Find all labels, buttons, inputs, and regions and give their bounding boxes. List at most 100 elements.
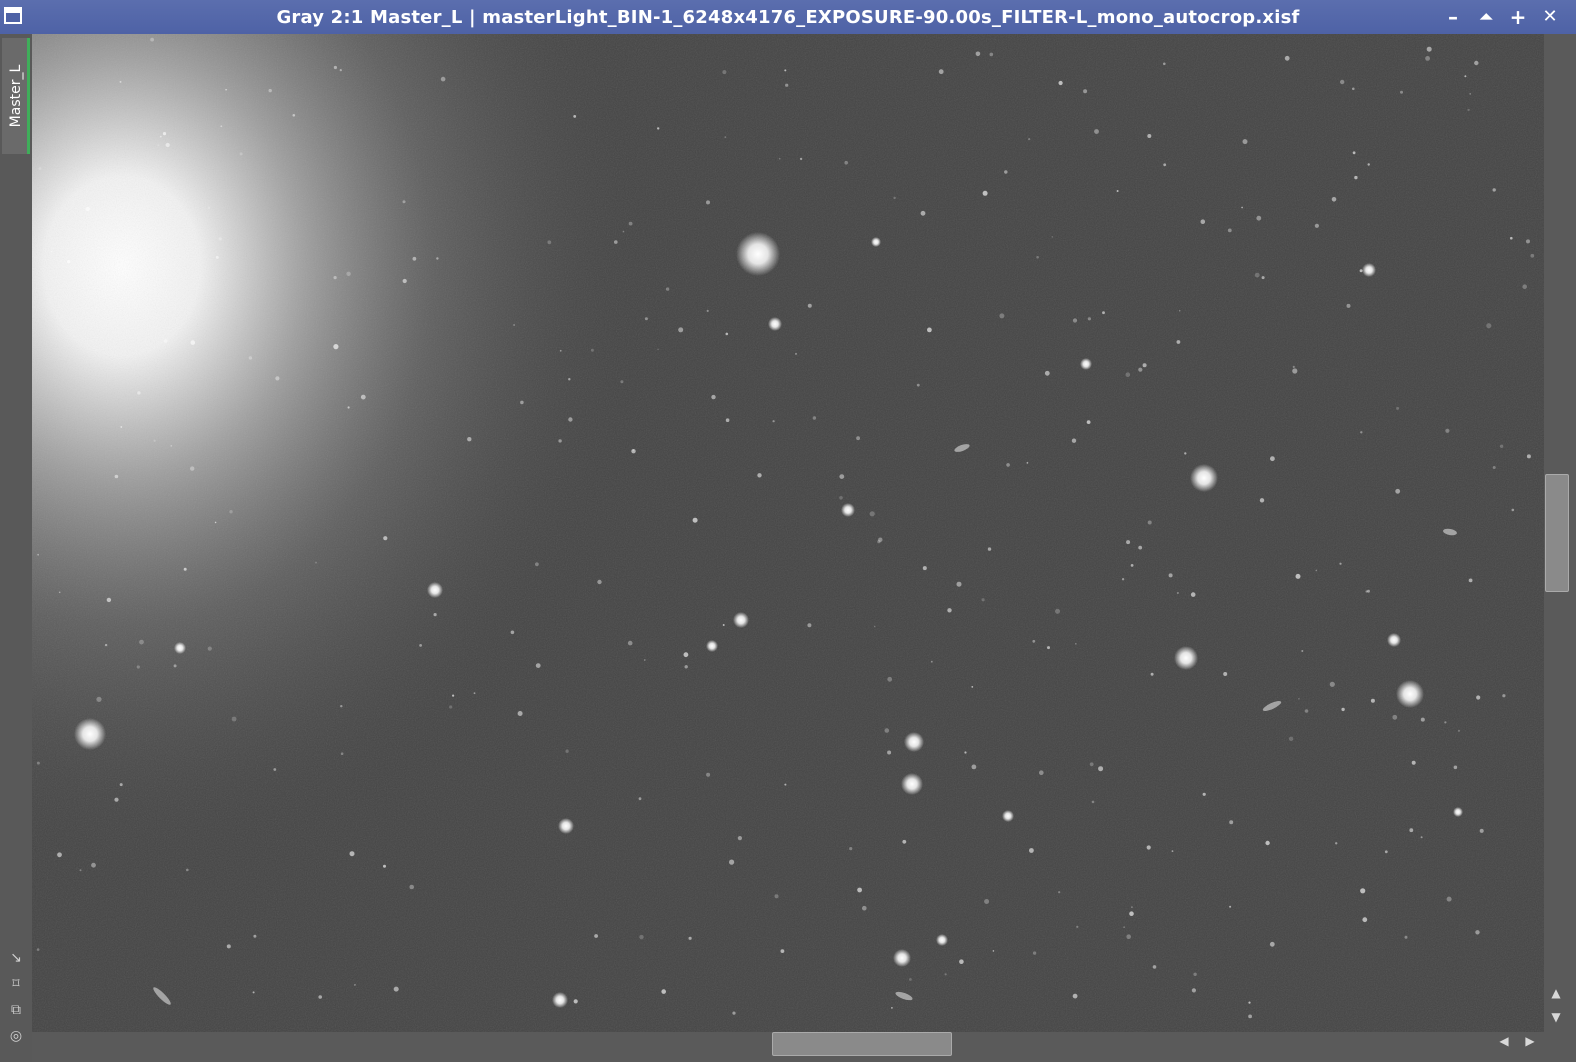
faint-star bbox=[737, 836, 743, 841]
faint-star bbox=[959, 959, 964, 964]
scroll-up-icon[interactable]: ▲ bbox=[1548, 986, 1564, 1002]
horizontal-scrollbar[interactable]: ◀ ▶ bbox=[32, 1032, 1576, 1062]
faint-star bbox=[106, 597, 112, 603]
title-bar[interactable]: Gray 2:1 Master_L | masterLight_BIN-1_62… bbox=[0, 0, 1576, 34]
shade-button[interactable]: ⏶ bbox=[1473, 4, 1499, 30]
horizontal-scroll-thumb[interactable] bbox=[772, 1032, 952, 1056]
faint-star bbox=[79, 869, 82, 872]
faint-star bbox=[594, 934, 598, 938]
faint-star bbox=[1026, 462, 1029, 464]
faint-star bbox=[891, 1007, 893, 1009]
faint-star bbox=[785, 83, 789, 87]
star bbox=[1002, 810, 1014, 822]
faint-star bbox=[849, 847, 853, 851]
faint-star bbox=[346, 271, 351, 276]
faint-star bbox=[273, 768, 277, 771]
faint-star bbox=[565, 749, 569, 753]
fit-view-icon[interactable]: ⌑ bbox=[6, 974, 26, 994]
faint-star bbox=[722, 70, 727, 75]
faint-star bbox=[104, 643, 108, 647]
faint-star bbox=[1044, 370, 1050, 376]
view-tab-master-l[interactable]: Master_L bbox=[2, 38, 30, 154]
scroll-left-icon[interactable]: ◀ bbox=[1496, 1034, 1512, 1050]
faint-star bbox=[383, 536, 388, 541]
faint-star bbox=[1125, 372, 1131, 378]
faint-star bbox=[1292, 365, 1295, 368]
faint-star bbox=[1184, 452, 1187, 455]
faint-star bbox=[590, 348, 594, 352]
faint-star bbox=[1329, 681, 1335, 687]
faint-star bbox=[248, 356, 253, 360]
star bbox=[893, 949, 911, 967]
faint-star bbox=[120, 426, 123, 428]
faint-star bbox=[137, 391, 141, 395]
faint-star bbox=[638, 797, 642, 801]
scroll-down-icon[interactable]: ▼ bbox=[1548, 1010, 1564, 1026]
faint-star bbox=[1072, 993, 1078, 999]
faint-star bbox=[1032, 639, 1036, 643]
faint-star bbox=[938, 69, 944, 75]
faint-star bbox=[620, 380, 624, 384]
faint-star bbox=[893, 196, 896, 200]
faint-star bbox=[1479, 828, 1484, 833]
star bbox=[871, 237, 881, 247]
faint-star bbox=[1087, 317, 1091, 321]
faint-star bbox=[1138, 545, 1143, 550]
clone-icon[interactable]: ⧉ bbox=[6, 1000, 26, 1020]
faint-star bbox=[215, 255, 219, 259]
faint-star bbox=[36, 761, 40, 765]
faint-star bbox=[1200, 219, 1206, 224]
faint-star bbox=[1396, 406, 1400, 410]
faint-star bbox=[517, 711, 523, 716]
faint-star bbox=[383, 864, 386, 868]
faint-star bbox=[393, 986, 399, 992]
faint-star bbox=[1425, 56, 1430, 61]
faint-star bbox=[36, 948, 40, 951]
faint-star bbox=[1301, 650, 1304, 652]
faint-star bbox=[119, 783, 123, 787]
faint-star bbox=[170, 445, 173, 447]
star bbox=[1080, 358, 1092, 370]
faint-star bbox=[67, 260, 71, 264]
faint-star bbox=[732, 1011, 736, 1015]
maximize-button[interactable]: + bbox=[1505, 4, 1531, 30]
faint-star bbox=[239, 152, 243, 156]
faint-star bbox=[1089, 762, 1094, 767]
faint-star bbox=[1086, 420, 1091, 424]
faint-star bbox=[1265, 840, 1270, 846]
faint-star bbox=[688, 936, 692, 940]
faint-star bbox=[729, 859, 735, 865]
image-viewport[interactable] bbox=[32, 34, 1544, 1032]
vertical-scrollbar[interactable]: ▲ ▼ bbox=[1544, 34, 1576, 1032]
faint-star bbox=[353, 983, 356, 986]
faint-star bbox=[535, 562, 539, 567]
target-icon[interactable]: ◎ bbox=[6, 1026, 26, 1046]
faint-star bbox=[419, 644, 422, 647]
faint-star bbox=[1453, 765, 1458, 770]
faint-star bbox=[1071, 438, 1077, 443]
star bbox=[427, 582, 443, 598]
minimize-button[interactable]: – bbox=[1440, 4, 1466, 30]
faint-star bbox=[1058, 80, 1063, 86]
faint-star bbox=[665, 287, 670, 291]
faint-star bbox=[1254, 272, 1260, 278]
faint-star bbox=[1191, 988, 1196, 993]
close-button[interactable]: ✕ bbox=[1537, 4, 1563, 30]
faint-star bbox=[157, 144, 160, 147]
faint-star bbox=[887, 750, 892, 755]
faint-star bbox=[1039, 770, 1044, 775]
scroll-right-icon[interactable]: ▶ bbox=[1522, 1034, 1538, 1050]
faint-star bbox=[568, 417, 573, 422]
faint-star bbox=[725, 418, 730, 423]
faint-star bbox=[884, 728, 890, 733]
faint-star bbox=[558, 439, 562, 443]
faint-star bbox=[1129, 911, 1134, 916]
vertical-scroll-thumb[interactable] bbox=[1545, 474, 1569, 592]
star bbox=[706, 640, 718, 652]
faint-star bbox=[657, 127, 660, 130]
faint-star bbox=[1409, 828, 1414, 833]
faint-star bbox=[559, 349, 562, 352]
faint-star bbox=[1229, 905, 1232, 908]
arrow-diagonal-icon[interactable]: ↘ bbox=[6, 948, 26, 968]
astronomical-image[interactable] bbox=[32, 34, 1544, 1032]
